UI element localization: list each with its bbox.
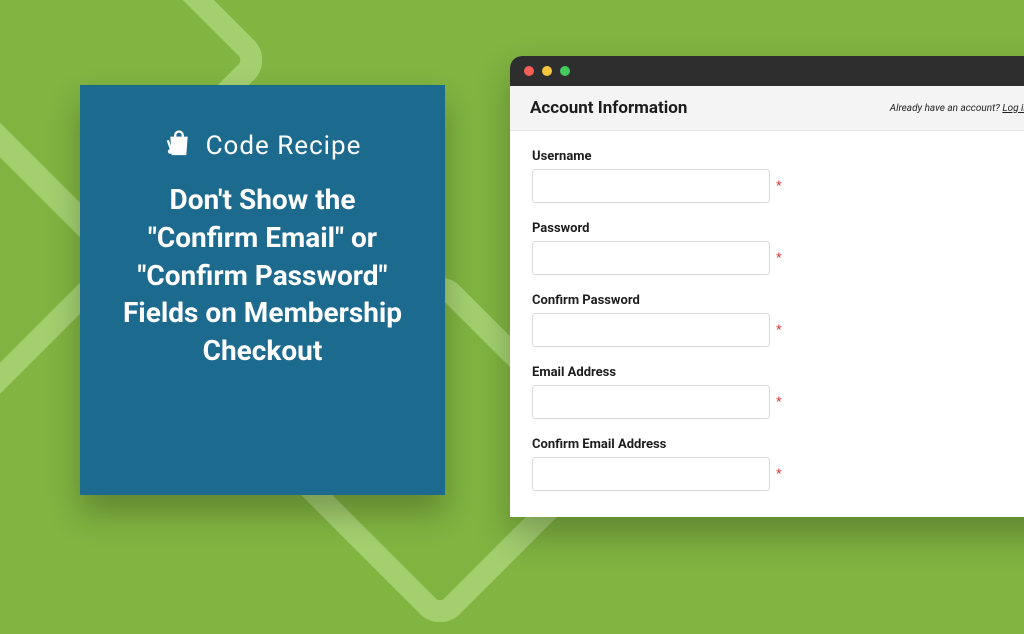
required-marker: * bbox=[776, 395, 782, 410]
field-email: Email Address * bbox=[532, 365, 1024, 419]
headline-text: Don't Show the "Confirm Email" or "Confi… bbox=[112, 181, 413, 370]
brand-row: Code Recipe bbox=[164, 129, 362, 163]
form-body: Username * Password * Confirm Password *… bbox=[510, 131, 1024, 517]
required-marker: * bbox=[776, 179, 782, 194]
field-username: Username * bbox=[532, 149, 1024, 203]
window-titlebar bbox=[510, 56, 1024, 86]
window-maximize-icon[interactable] bbox=[560, 66, 570, 76]
confirm-email-input[interactable] bbox=[532, 457, 770, 491]
field-confirm-email: Confirm Email Address * bbox=[532, 437, 1024, 491]
brand-name: Code Recipe bbox=[206, 131, 362, 161]
field-confirm-password: Confirm Password * bbox=[532, 293, 1024, 347]
confirm-password-label: Confirm Password bbox=[532, 293, 1024, 308]
username-input[interactable] bbox=[532, 169, 770, 203]
email-label: Email Address bbox=[532, 365, 1024, 380]
confirm-email-label: Confirm Email Address bbox=[532, 437, 1024, 452]
password-input[interactable] bbox=[532, 241, 770, 275]
email-input[interactable] bbox=[532, 385, 770, 419]
section-header: Account Information Already have an acco… bbox=[510, 86, 1024, 131]
login-prompt-text: Already have an account? bbox=[890, 103, 1003, 114]
login-prompt: Already have an account? Log in here bbox=[890, 103, 1024, 114]
username-label: Username bbox=[532, 149, 1024, 164]
login-link[interactable]: Log in here bbox=[1002, 103, 1024, 114]
section-title: Account Information bbox=[530, 98, 687, 118]
password-label: Password bbox=[532, 221, 1024, 236]
window-minimize-icon[interactable] bbox=[542, 66, 552, 76]
field-password: Password * bbox=[532, 221, 1024, 275]
required-marker: * bbox=[776, 323, 782, 338]
required-marker: * bbox=[776, 251, 782, 266]
shopping-bag-icon bbox=[164, 129, 194, 163]
headline-card: Code Recipe Don't Show the "Confirm Emai… bbox=[80, 85, 445, 495]
confirm-password-input[interactable] bbox=[532, 313, 770, 347]
window-close-icon[interactable] bbox=[524, 66, 534, 76]
browser-window: Account Information Already have an acco… bbox=[510, 56, 1024, 517]
required-marker: * bbox=[776, 467, 782, 482]
